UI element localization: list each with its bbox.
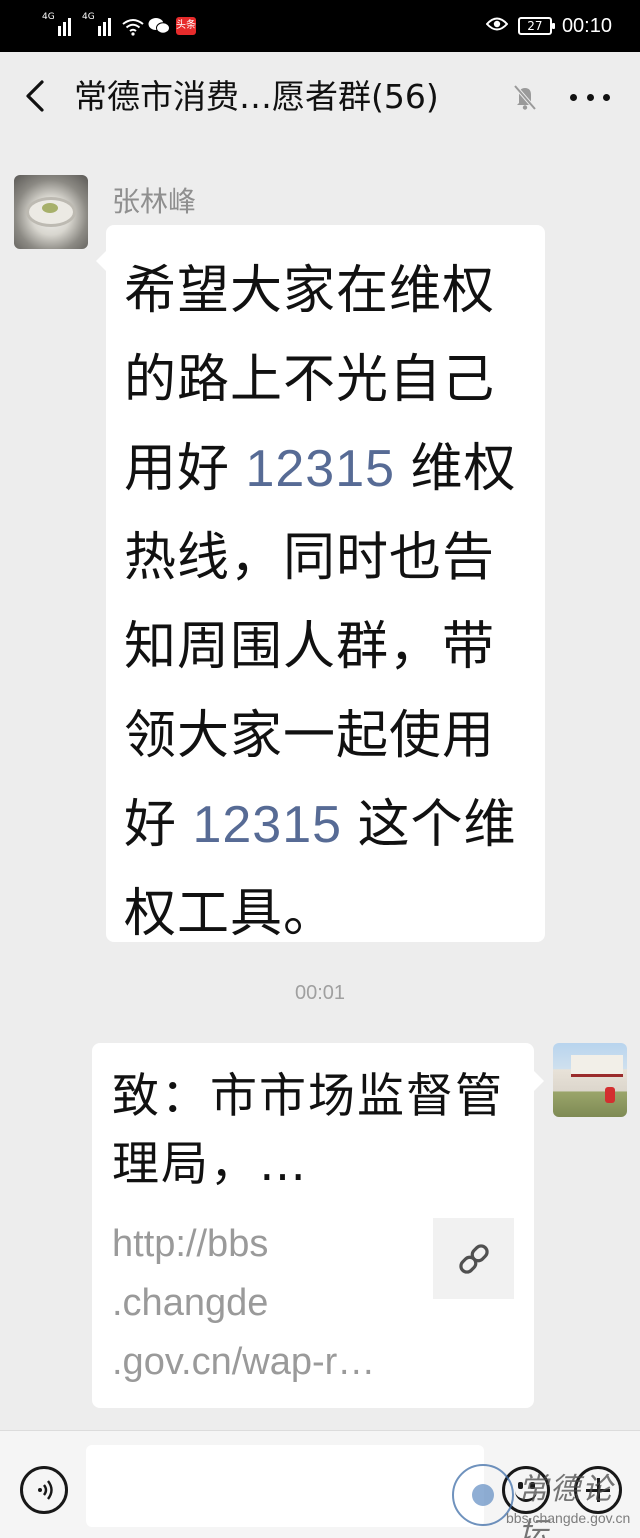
back-button[interactable] [18,78,54,114]
link-card-url-line: .gov.cn/wap-r… [112,1341,376,1383]
message-text: 希望大家在维权的路上不光自己用好 12315 维权热线，同时也告知周围人群，带领… [124,247,539,959]
status-bar: 4G 4G 头条 27 00:10 [0,0,640,52]
chat-header: 常德市消费…愿者群(56) [0,52,640,142]
emoji-button[interactable] [502,1466,550,1514]
battery-indicator: 27 [517,17,555,35]
link-card[interactable]: 致：市市场监督管理局，… http://bbs .changde .gov.cn… [92,1043,544,1408]
status-time: 00:10 [561,14,612,37]
sender-name: 张林峰 [112,185,197,218]
wifi-icon [122,18,144,36]
more-functions-button[interactable] [574,1466,622,1514]
link-card-url-line: .changde [112,1282,269,1324]
cell-signal-icon-2: 4G [82,12,116,36]
sender-avatar[interactable] [14,175,88,249]
input-bar [0,1430,640,1538]
network-type-2: 4G [82,12,95,22]
link-card-title: 致：市市场监督管理局，… [112,1069,504,1192]
voice-input-button[interactable] [20,1466,68,1514]
network-type-1: 4G [42,12,55,22]
voice-icon [38,1480,53,1500]
phone-number-link[interactable]: 12315 [177,796,358,854]
more-dot [586,94,594,101]
link-icon [458,1243,489,1274]
more-options-button[interactable] [570,94,610,104]
my-avatar[interactable] [553,1043,627,1117]
message-text-segment: 维权热线，同时也告知周围人群，带领大家一起使用好 [124,439,517,855]
message-input[interactable] [86,1445,484,1527]
emoji-icon [518,1482,523,1489]
phone-number-link[interactable]: 12315 [230,440,411,498]
bell-off-icon [510,82,540,112]
more-dot [603,94,610,101]
more-dot [570,94,577,101]
message-timestamp: 00:01 [294,982,346,1004]
cell-signal-icon-1: 4G [42,12,76,36]
wechat-notification-icon [148,17,170,35]
link-card-url-line: http://bbs [112,1223,269,1265]
eye-comfort-icon [485,16,509,36]
toutiao-notification-icon: 头条 [176,17,196,35]
link-thumbnail [433,1218,514,1299]
chat-title: 常德市消费…愿者群(56) [74,77,439,116]
link-card-url: http://bbs .changde .gov.cn/wap-r… [112,1215,412,1392]
chevron-left-icon [26,80,44,112]
message-bubble[interactable]: 希望大家在维权的路上不光自己用好 12315 维权热线，同时也告知周围人群，带领… [96,225,545,944]
